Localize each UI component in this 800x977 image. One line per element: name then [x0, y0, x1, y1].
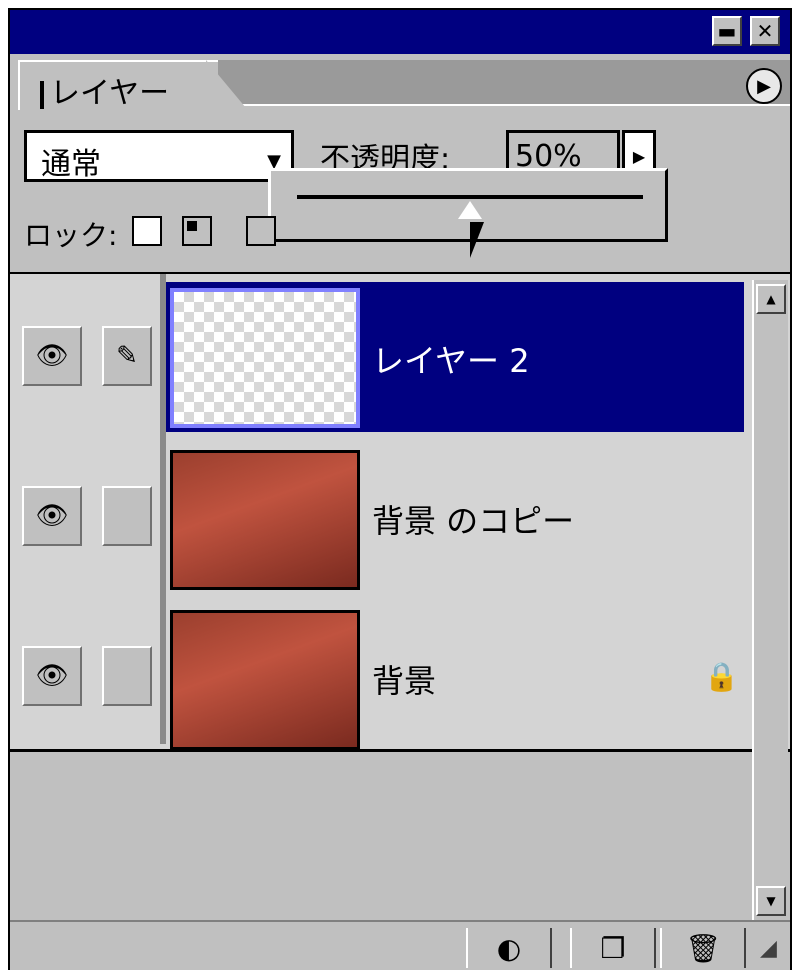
- layer-thumbnail: [170, 610, 360, 750]
- layer-name: レイヤー 2: [372, 342, 530, 380]
- scroll-down-button[interactable]: ▼: [756, 886, 786, 916]
- lock-icon: 🔒: [704, 660, 739, 693]
- blend-mode-select[interactable]: 通常 ▼: [24, 130, 294, 182]
- new-fill-adjustment-layer-icon[interactable]: ◐: [466, 928, 552, 968]
- title-bar[interactable]: ▬ ✕: [10, 10, 790, 54]
- minimize-icon: ▬: [717, 19, 737, 43]
- panel-menu-arrow-icon[interactable]: ▶: [746, 68, 782, 104]
- tab-slope: [206, 60, 246, 108]
- tab-strip: [190, 60, 790, 106]
- layer-row[interactable]: 👁 ✎ レイヤー 2: [10, 282, 744, 438]
- blend-mode-value: 通常: [41, 147, 101, 182]
- link-box[interactable]: [102, 486, 152, 546]
- mouse-cursor-icon: [470, 222, 484, 258]
- layer-thumbnail: [170, 288, 360, 428]
- eye-icon[interactable]: 👁: [22, 486, 82, 546]
- tab-row: レイヤー ▶: [10, 54, 790, 114]
- eye-icon[interactable]: 👁: [22, 646, 82, 706]
- close-button[interactable]: ✕: [750, 16, 780, 46]
- lock-row: ロック:: [10, 200, 790, 270]
- close-icon: ✕: [756, 19, 774, 43]
- scroll-up-button[interactable]: ▲: [756, 284, 786, 314]
- layer-row[interactable]: 👁 背景 のコピー: [10, 442, 740, 598]
- lock-transparency-icon[interactable]: [132, 216, 162, 246]
- lock-position-icon[interactable]: [246, 216, 276, 246]
- layer-list: 👁 ✎ レイヤー 2 👁 背景 のコピー 👁 背景 🔒: [10, 272, 790, 752]
- eye-icon[interactable]: 👁: [22, 326, 82, 386]
- layers-window: ▬ ✕ レイヤー ▶ 通常 ▼ 不透明度: 50% ▶ ロック: 👁 ✎ レイヤ…: [0, 0, 800, 977]
- minimize-button[interactable]: ▬: [712, 16, 742, 46]
- lock-label: ロック:: [24, 219, 118, 252]
- link-box[interactable]: [102, 646, 152, 706]
- new-layer-icon[interactable]: ❐: [570, 928, 656, 968]
- bottom-bar: ◐ ❐ 🗑 ◢: [10, 920, 790, 970]
- scrollbar[interactable]: ▲ ▼: [752, 280, 788, 920]
- layer-row[interactable]: 👁 背景 🔒: [10, 602, 740, 758]
- layer-name: 背景 のコピー: [372, 502, 575, 540]
- opacity-slider-track[interactable]: [297, 195, 643, 199]
- layers-panel: ▬ ✕ レイヤー ▶ 通常 ▼ 不透明度: 50% ▶ ロック: 👁 ✎ レイヤ…: [8, 8, 792, 970]
- lock-image-icon[interactable]: [182, 216, 212, 246]
- tab-layers[interactable]: レイヤー: [18, 60, 218, 112]
- layer-name: 背景: [372, 662, 437, 700]
- tab-label: レイヤー: [40, 68, 169, 112]
- trash-icon[interactable]: 🗑: [660, 928, 746, 968]
- layer-thumbnail: [170, 450, 360, 590]
- brush-icon[interactable]: ✎: [102, 326, 152, 386]
- resize-grip-icon[interactable]: ◢: [760, 936, 777, 961]
